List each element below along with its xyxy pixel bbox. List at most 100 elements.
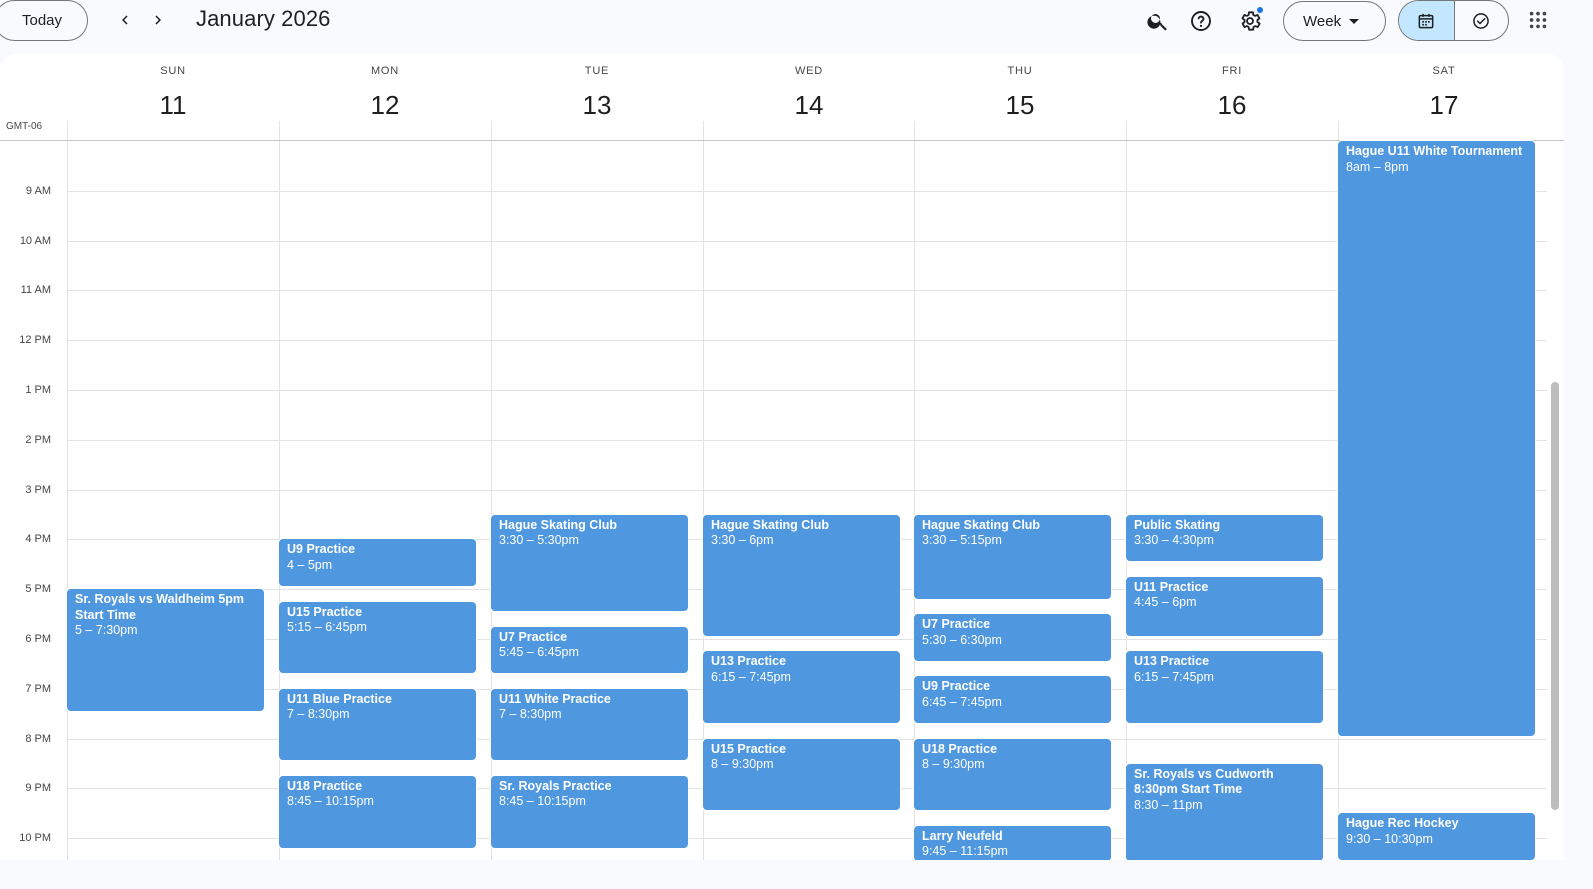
calendar-event[interactable]: U9 Practice 4 – 5pm xyxy=(278,538,477,588)
calendar-event[interactable]: U18 Practice 8:45 – 10:15pm xyxy=(278,774,477,849)
calendar-event[interactable]: U9 Practice 6:45 – 7:45pm xyxy=(913,675,1112,725)
event-time: 5:45 – 6:45pm xyxy=(499,645,579,660)
hour-label: 10 PM xyxy=(19,832,51,844)
chevron-left-icon xyxy=(122,15,128,25)
hour-label: 8 PM xyxy=(25,733,51,745)
event-title: U18 Practice xyxy=(287,778,363,793)
event-title: U15 Practice xyxy=(711,741,787,756)
calendar-event[interactable]: U7 Practice 5:45 – 6:45pm xyxy=(490,625,689,675)
calendar-event[interactable]: Hague Skating Club 3:30 – 6pm xyxy=(702,513,901,637)
event-time: 9:30 – 10:30pm xyxy=(1346,831,1433,846)
event-time: 4:45 – 6pm xyxy=(1134,595,1197,610)
hour-label: 12 PM xyxy=(19,334,51,346)
header-column-tick xyxy=(67,121,68,140)
calendar-event[interactable]: Hague U11 White Tournament 8am – 8pm xyxy=(1337,140,1536,737)
calendar-event[interactable]: U11 Blue Practice 7 – 8:30pm xyxy=(278,687,477,762)
header-column-tick xyxy=(1338,121,1339,140)
hour-label: 5 PM xyxy=(25,583,51,595)
event-time: 8:45 – 10:15pm xyxy=(287,794,374,809)
event-title: U11 Practice xyxy=(1134,579,1209,594)
day-number[interactable]: 16 xyxy=(1126,90,1338,121)
event-title: Hague Skating Club xyxy=(711,517,830,532)
help-icon xyxy=(1191,11,1211,31)
chevron-right-icon xyxy=(155,15,161,25)
calendar-event[interactable]: Hague Rec Hockey 9:30 – 10:30pm xyxy=(1337,812,1536,860)
calendar-event[interactable]: U18 Practice 8 – 9:30pm xyxy=(913,737,1112,812)
event-title: Hague Skating Club xyxy=(922,517,1041,532)
help-button[interactable] xyxy=(1184,4,1218,38)
calendar-event[interactable]: Sr. Royals Practice 8:45 – 10:15pm xyxy=(490,774,689,849)
calendar-event[interactable]: U7 Practice 5:30 – 6:30pm xyxy=(913,613,1112,662)
next-week-button[interactable] xyxy=(144,6,172,34)
view-selector-dropdown[interactable]: Week xyxy=(1283,1,1386,41)
event-title: U11 Blue Practice xyxy=(287,691,392,706)
event-time: 6:45 – 7:45pm xyxy=(922,694,1002,709)
day-header-sat: SAT 17 xyxy=(1338,54,1550,140)
event-time: 5:30 – 6:30pm xyxy=(922,632,1002,647)
hour-gridline xyxy=(67,440,1547,441)
event-title: U18 Practice xyxy=(922,741,998,756)
tasks-view-button[interactable] xyxy=(1453,1,1509,40)
event-title: Sr. Royals vs Cudworth 8:30pm Start Time xyxy=(1134,766,1274,797)
today-button[interactable]: Today xyxy=(0,0,88,41)
calendar-tasks-toggle xyxy=(1398,0,1509,41)
day-number[interactable]: 11 xyxy=(67,90,279,121)
event-title: Hague Skating Club xyxy=(499,517,618,532)
event-title: Larry Neufeld xyxy=(922,828,1003,843)
event-title: U9 Practice xyxy=(922,679,991,694)
calendar-event[interactable]: U13 Practice 6:15 – 7:45pm xyxy=(1125,650,1324,725)
calendar-event[interactable]: U15 Practice 8 – 9:30pm xyxy=(702,737,901,812)
previous-week-button[interactable] xyxy=(111,6,139,34)
day-number[interactable]: 17 xyxy=(1338,90,1550,121)
event-time: 5 – 7:30pm xyxy=(75,623,138,638)
event-title: Sr. Royals vs Waldheim 5pm Start Time xyxy=(75,592,245,622)
day-of-week: WED xyxy=(794,65,824,77)
event-title: U7 Practice xyxy=(922,617,991,632)
day-header-sun: SUN 11 xyxy=(67,54,279,140)
day-number[interactable]: 14 xyxy=(703,90,915,121)
calendar-event[interactable]: Sr. Royals vs Waldheim 5pm Start Time 5 –… xyxy=(66,588,265,712)
settings-button[interactable] xyxy=(1233,4,1267,38)
caret-down-icon xyxy=(1349,19,1359,24)
hour-gridline xyxy=(67,241,1547,242)
event-time: 8 – 9:30pm xyxy=(711,757,774,772)
calendar-event[interactable]: Hague Skating Club 3:30 – 5:30pm xyxy=(490,513,689,613)
week-calendar: GMT-06 SUN 11 MON 12 TUE 13 WED 14 THU 1… xyxy=(0,54,1564,860)
calendar-event[interactable]: Hague Skating Club 3:30 – 5:15pm xyxy=(913,513,1112,600)
calendar-event[interactable]: U11 Practice 4:45 – 6pm xyxy=(1125,575,1324,637)
calendar-view-button[interactable] xyxy=(1399,1,1454,40)
calendar-event[interactable]: U13 Practice 6:15 – 7:45pm xyxy=(702,650,901,725)
time-grid[interactable]: 9 AM 10 AM 11 AM 12 PM 1 PM 2 PM 3 PM 4 PM 5 PM 6… xyxy=(0,140,1564,860)
event-title: U7 Practice xyxy=(499,629,568,644)
day-number[interactable]: 15 xyxy=(914,90,1126,121)
day-number[interactable]: 12 xyxy=(279,90,491,121)
calendar-event[interactable]: Sr. Royals vs Cudworth 8:30pm Start Time… xyxy=(1125,762,1324,860)
event-time: 3:30 – 5:30pm xyxy=(499,533,579,547)
day-column-divider xyxy=(1126,141,1127,860)
calendar-event[interactable]: Public Skating 3:30 – 4:30pm xyxy=(1125,513,1324,563)
hour-gridline xyxy=(67,290,1547,291)
search-button[interactable] xyxy=(1141,4,1175,38)
hour-label: 6 PM xyxy=(25,633,51,645)
hour-gridline xyxy=(67,490,1547,491)
day-of-week: MON xyxy=(370,65,400,77)
google-apps-button[interactable] xyxy=(1524,6,1552,34)
event-title: U15 Practice xyxy=(287,604,363,619)
day-header-thu: THU 15 xyxy=(914,54,1126,140)
day-number[interactable]: 13 xyxy=(491,90,703,121)
vertical-scrollbar[interactable] xyxy=(1551,382,1559,810)
calendar-event[interactable]: Larry Neufeld 9:45 – 11:15pm xyxy=(913,824,1112,860)
day-of-week: THU xyxy=(1007,65,1033,77)
calendar-event[interactable]: U11 White Practice 7 – 8:30pm xyxy=(490,687,689,762)
calendar-event[interactable]: U15 Practice 5:15 – 6:45pm xyxy=(278,600,477,675)
hour-gridline xyxy=(67,390,1547,391)
time-gutter-divider xyxy=(67,141,68,860)
hour-label: 3 PM xyxy=(25,484,51,496)
day-header-tue: TUE 13 xyxy=(491,54,703,140)
event-time: 7 – 8:30pm xyxy=(287,707,350,722)
event-title: Hague Rec Hockey xyxy=(1346,816,1459,831)
hour-label: 2 PM xyxy=(25,434,51,446)
event-title: U13 Practice xyxy=(1134,654,1210,669)
event-time: 8 – 9:30pm xyxy=(922,757,985,772)
settings-notification-dot xyxy=(1257,7,1263,13)
